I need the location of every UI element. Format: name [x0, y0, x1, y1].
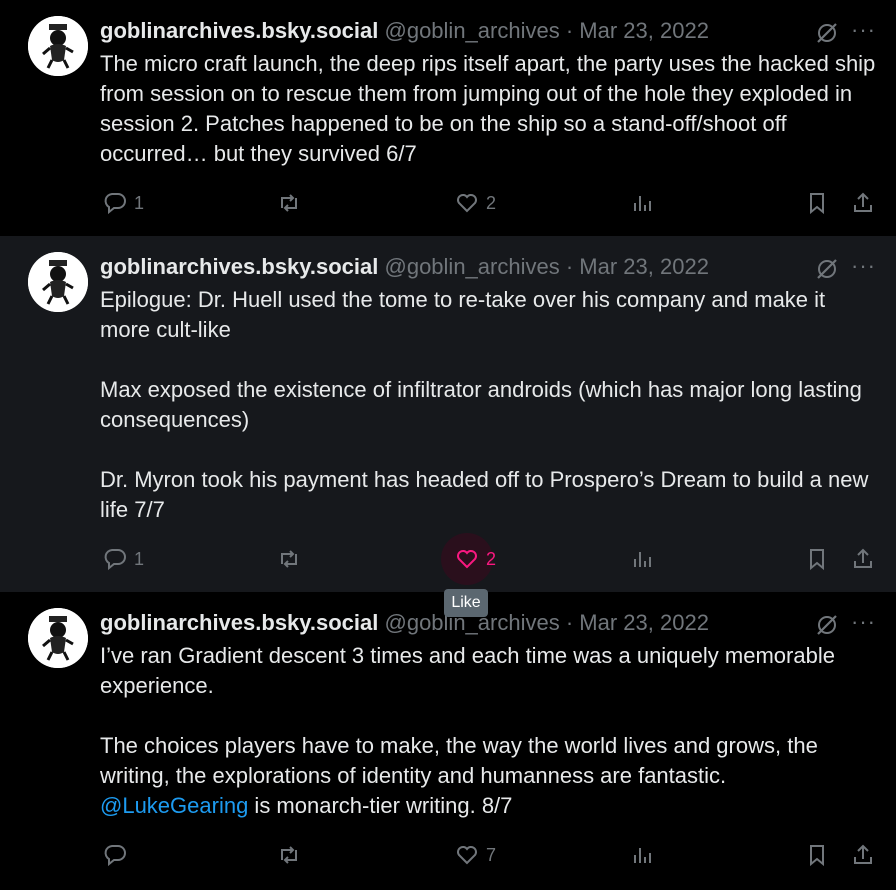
- heart-icon: [457, 846, 477, 865]
- retweet-button[interactable]: [276, 188, 302, 218]
- more-icon[interactable]: ···: [851, 610, 876, 634]
- user-handle[interactable]: @goblin_archives: [385, 18, 560, 43]
- mention-link[interactable]: @LukeGearing: [100, 793, 248, 818]
- display-name[interactable]: goblinarchives.bsky.social: [100, 18, 378, 43]
- tweet[interactable]: goblinarchives.bsky.social @goblin_archi…: [0, 592, 896, 890]
- retweet-button[interactable]: [276, 840, 302, 870]
- reply-icon: [104, 845, 126, 867]
- separator-dot: ·: [565, 18, 574, 43]
- avatar[interactable]: [28, 608, 88, 668]
- grok-icon[interactable]: [814, 612, 840, 638]
- share-icon: [854, 192, 872, 212]
- tweet-header: goblinarchives.bsky.social @goblin_archi…: [100, 252, 776, 282]
- tweet-header: goblinarchives.bsky.social @goblin_archi…: [100, 608, 776, 638]
- views-button[interactable]: [630, 544, 656, 574]
- retweet-icon: [281, 194, 297, 212]
- share-icon: [854, 548, 872, 568]
- reply-button[interactable]: 1: [102, 544, 144, 574]
- heart-icon: [457, 194, 477, 213]
- like-button[interactable]: 7: [454, 840, 496, 870]
- retweet-button[interactable]: [276, 544, 302, 574]
- like-count: 7: [486, 844, 497, 865]
- tweet[interactable]: goblinarchives.bsky.social @goblin_archi…: [0, 0, 896, 236]
- tweet-text: Epilogue: Dr. Huell used the tome to re-…: [100, 287, 869, 522]
- tweet-text-part: I’ve ran Gradient descent 3 times and ea…: [100, 643, 835, 788]
- retweet-icon: [281, 846, 297, 864]
- share-button[interactable]: [850, 544, 876, 574]
- tweet-date[interactable]: Mar 23, 2022: [579, 610, 709, 635]
- bookmark-button[interactable]: [804, 544, 830, 574]
- like-tooltip: Like: [444, 589, 488, 617]
- views-icon: [634, 196, 651, 211]
- user-handle[interactable]: @goblin_archives: [385, 254, 560, 279]
- more-icon[interactable]: ···: [851, 254, 876, 278]
- tweet-text: The micro craft launch, the deep rips it…: [100, 51, 882, 166]
- bookmark-button[interactable]: [804, 188, 830, 218]
- bookmark-button[interactable]: [804, 840, 830, 870]
- share-button[interactable]: [850, 188, 876, 218]
- avatar[interactable]: [28, 16, 88, 76]
- display-name[interactable]: goblinarchives.bsky.social: [100, 254, 378, 279]
- bookmark-icon: [810, 193, 824, 215]
- views-button[interactable]: [630, 188, 656, 218]
- action-bar: 1 2: [100, 533, 880, 585]
- share-icon: [854, 844, 872, 864]
- views-icon: [634, 848, 651, 863]
- reply-button[interactable]: 1: [102, 188, 144, 218]
- tweet[interactable]: goblinarchives.bsky.social @goblin_archi…: [0, 236, 896, 592]
- like-count: 2: [486, 548, 497, 569]
- reply-icon: [104, 193, 126, 215]
- display-name[interactable]: goblinarchives.bsky.social: [100, 610, 378, 635]
- like-button[interactable]: 2: [454, 188, 496, 218]
- tweet-text-part: is monarch-tier writing. 8/7: [248, 793, 513, 818]
- grok-icon[interactable]: [814, 20, 840, 46]
- retweet-icon: [281, 550, 297, 568]
- tweet-date[interactable]: Mar 23, 2022: [579, 18, 709, 43]
- bookmark-icon: [810, 549, 824, 571]
- reply-icon: [104, 549, 126, 571]
- bookmark-icon: [810, 845, 824, 867]
- avatar[interactable]: [28, 252, 88, 312]
- action-bar: 7: [100, 840, 880, 870]
- views-icon: [634, 552, 651, 567]
- tweet-text: I’ve ran Gradient descent 3 times and ea…: [100, 641, 880, 821]
- reply-button[interactable]: [102, 840, 134, 870]
- tweet-header: goblinarchives.bsky.social @goblin_archi…: [100, 16, 776, 46]
- separator-dot: ·: [565, 610, 574, 635]
- more-icon[interactable]: ···: [851, 18, 876, 42]
- tweet-date[interactable]: Mar 23, 2022: [579, 254, 709, 279]
- views-button[interactable]: [630, 840, 656, 870]
- like-button[interactable]: 2: [441, 533, 497, 585]
- share-button[interactable]: [850, 840, 876, 870]
- like-count: 2: [486, 192, 497, 213]
- reply-count: 1: [134, 192, 145, 213]
- grok-icon[interactable]: [814, 256, 840, 282]
- heart-icon: [457, 550, 477, 569]
- reply-count: 1: [134, 548, 145, 569]
- separator-dot: ·: [565, 254, 574, 279]
- action-bar: 1 2: [100, 188, 880, 218]
